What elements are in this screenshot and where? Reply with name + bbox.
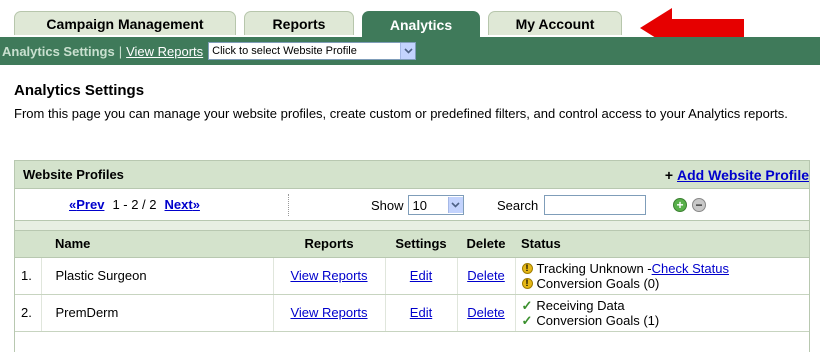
show-count-value: 10 [412, 197, 427, 213]
pager-toolbar: «Prev 1 - 2 / 2 Next» Show 10 Search + − [15, 189, 809, 221]
profile-select-value: Click to select Website Profile [212, 45, 357, 57]
conversion-goals-text: Conversion Goals (0) [536, 275, 660, 291]
panel-title: Website Profiles [23, 167, 124, 182]
show-label: Show [371, 197, 404, 213]
edit-link[interactable]: Edit [410, 268, 432, 283]
pager: «Prev 1 - 2 / 2 Next» [69, 197, 200, 212]
profiles-table: Name Reports Settings Delete Status 1. P… [15, 231, 809, 332]
page-description: From this page you can manage your websi… [14, 106, 788, 121]
col-delete: Delete [457, 231, 515, 258]
plus-circle-icon[interactable]: + [673, 198, 687, 212]
minus-circle-icon[interactable]: − [692, 198, 706, 212]
check-status-link[interactable]: Check Status [652, 261, 729, 276]
status-text: Receiving Data [536, 297, 625, 313]
tab-my-account[interactable]: My Account [488, 11, 622, 35]
checkmark-icon: ✓ [521, 312, 533, 328]
show-count: Show 10 [371, 195, 464, 215]
row-number: 1. [15, 257, 42, 295]
prev-link[interactable]: «Prev [69, 197, 104, 212]
next-link[interactable]: Next» [165, 197, 200, 212]
search: Search [497, 195, 647, 215]
delete-link[interactable]: Delete [467, 305, 505, 320]
toolbar-divider [288, 194, 289, 216]
col-reports: Reports [273, 231, 385, 258]
table-row: 1. Plastic Surgeon View Reports Edit Del… [15, 257, 809, 295]
subnav-view-reports-link[interactable]: View Reports [126, 44, 203, 59]
status-text: Tracking Unknown - [536, 260, 652, 276]
chevron-down-icon[interactable] [400, 43, 416, 59]
chevron-down-icon[interactable] [447, 197, 463, 213]
col-settings: Settings [385, 231, 457, 258]
subnav-current: Analytics Settings [2, 43, 115, 59]
table-row: 2. PremDerm View Reports Edit Delete ✓ R… [15, 294, 809, 332]
edit-link[interactable]: Edit [410, 305, 432, 320]
website-profiles-panel: Website Profiles + Add Website Profile «… [14, 160, 810, 352]
status-cell: ✓ Receiving Data ✓ Conversion Goals (1) [515, 294, 809, 332]
spacer-row [15, 221, 809, 231]
view-reports-link[interactable]: View Reports [290, 268, 367, 283]
col-number [15, 231, 41, 258]
warning-icon: ! [521, 277, 533, 289]
page-title: Analytics Settings [14, 82, 145, 99]
plus-icon: + [664, 166, 674, 183]
col-name: Name [41, 231, 273, 258]
delete-link[interactable]: Delete [467, 268, 505, 283]
table-header-row: Name Reports Settings Delete Status [15, 231, 809, 258]
add-website-profile-link[interactable]: Add Website Profile [677, 167, 809, 183]
tab-reports[interactable]: Reports [244, 11, 354, 35]
pager-range: 1 - 2 / 2 [112, 197, 157, 212]
checkmark-icon: ✓ [521, 297, 533, 313]
website-profile-select[interactable]: Click to select Website Profile [208, 42, 417, 60]
profile-name: PremDerm [41, 294, 274, 332]
sub-navigation: Analytics Settings | View Reports Click … [0, 37, 820, 65]
search-input[interactable] [544, 195, 647, 215]
panel-header: Website Profiles + Add Website Profile [15, 161, 809, 189]
view-reports-link[interactable]: View Reports [290, 305, 367, 320]
search-label: Search [497, 197, 539, 213]
profile-name: Plastic Surgeon [41, 257, 274, 295]
subnav-separator: | [118, 43, 123, 59]
add-website-profile[interactable]: + Add Website Profile [665, 167, 809, 183]
show-count-select[interactable]: 10 [407, 195, 464, 215]
status-cell: ! Tracking Unknown - Check Status ! Conv… [515, 257, 809, 295]
conversion-goals-text: Conversion Goals (1) [536, 312, 660, 328]
tab-analytics[interactable]: Analytics [362, 11, 480, 37]
col-status: Status [515, 231, 809, 258]
warning-icon: ! [521, 262, 533, 274]
row-number: 2. [15, 294, 42, 332]
tab-campaign-management[interactable]: Campaign Management [14, 11, 236, 35]
